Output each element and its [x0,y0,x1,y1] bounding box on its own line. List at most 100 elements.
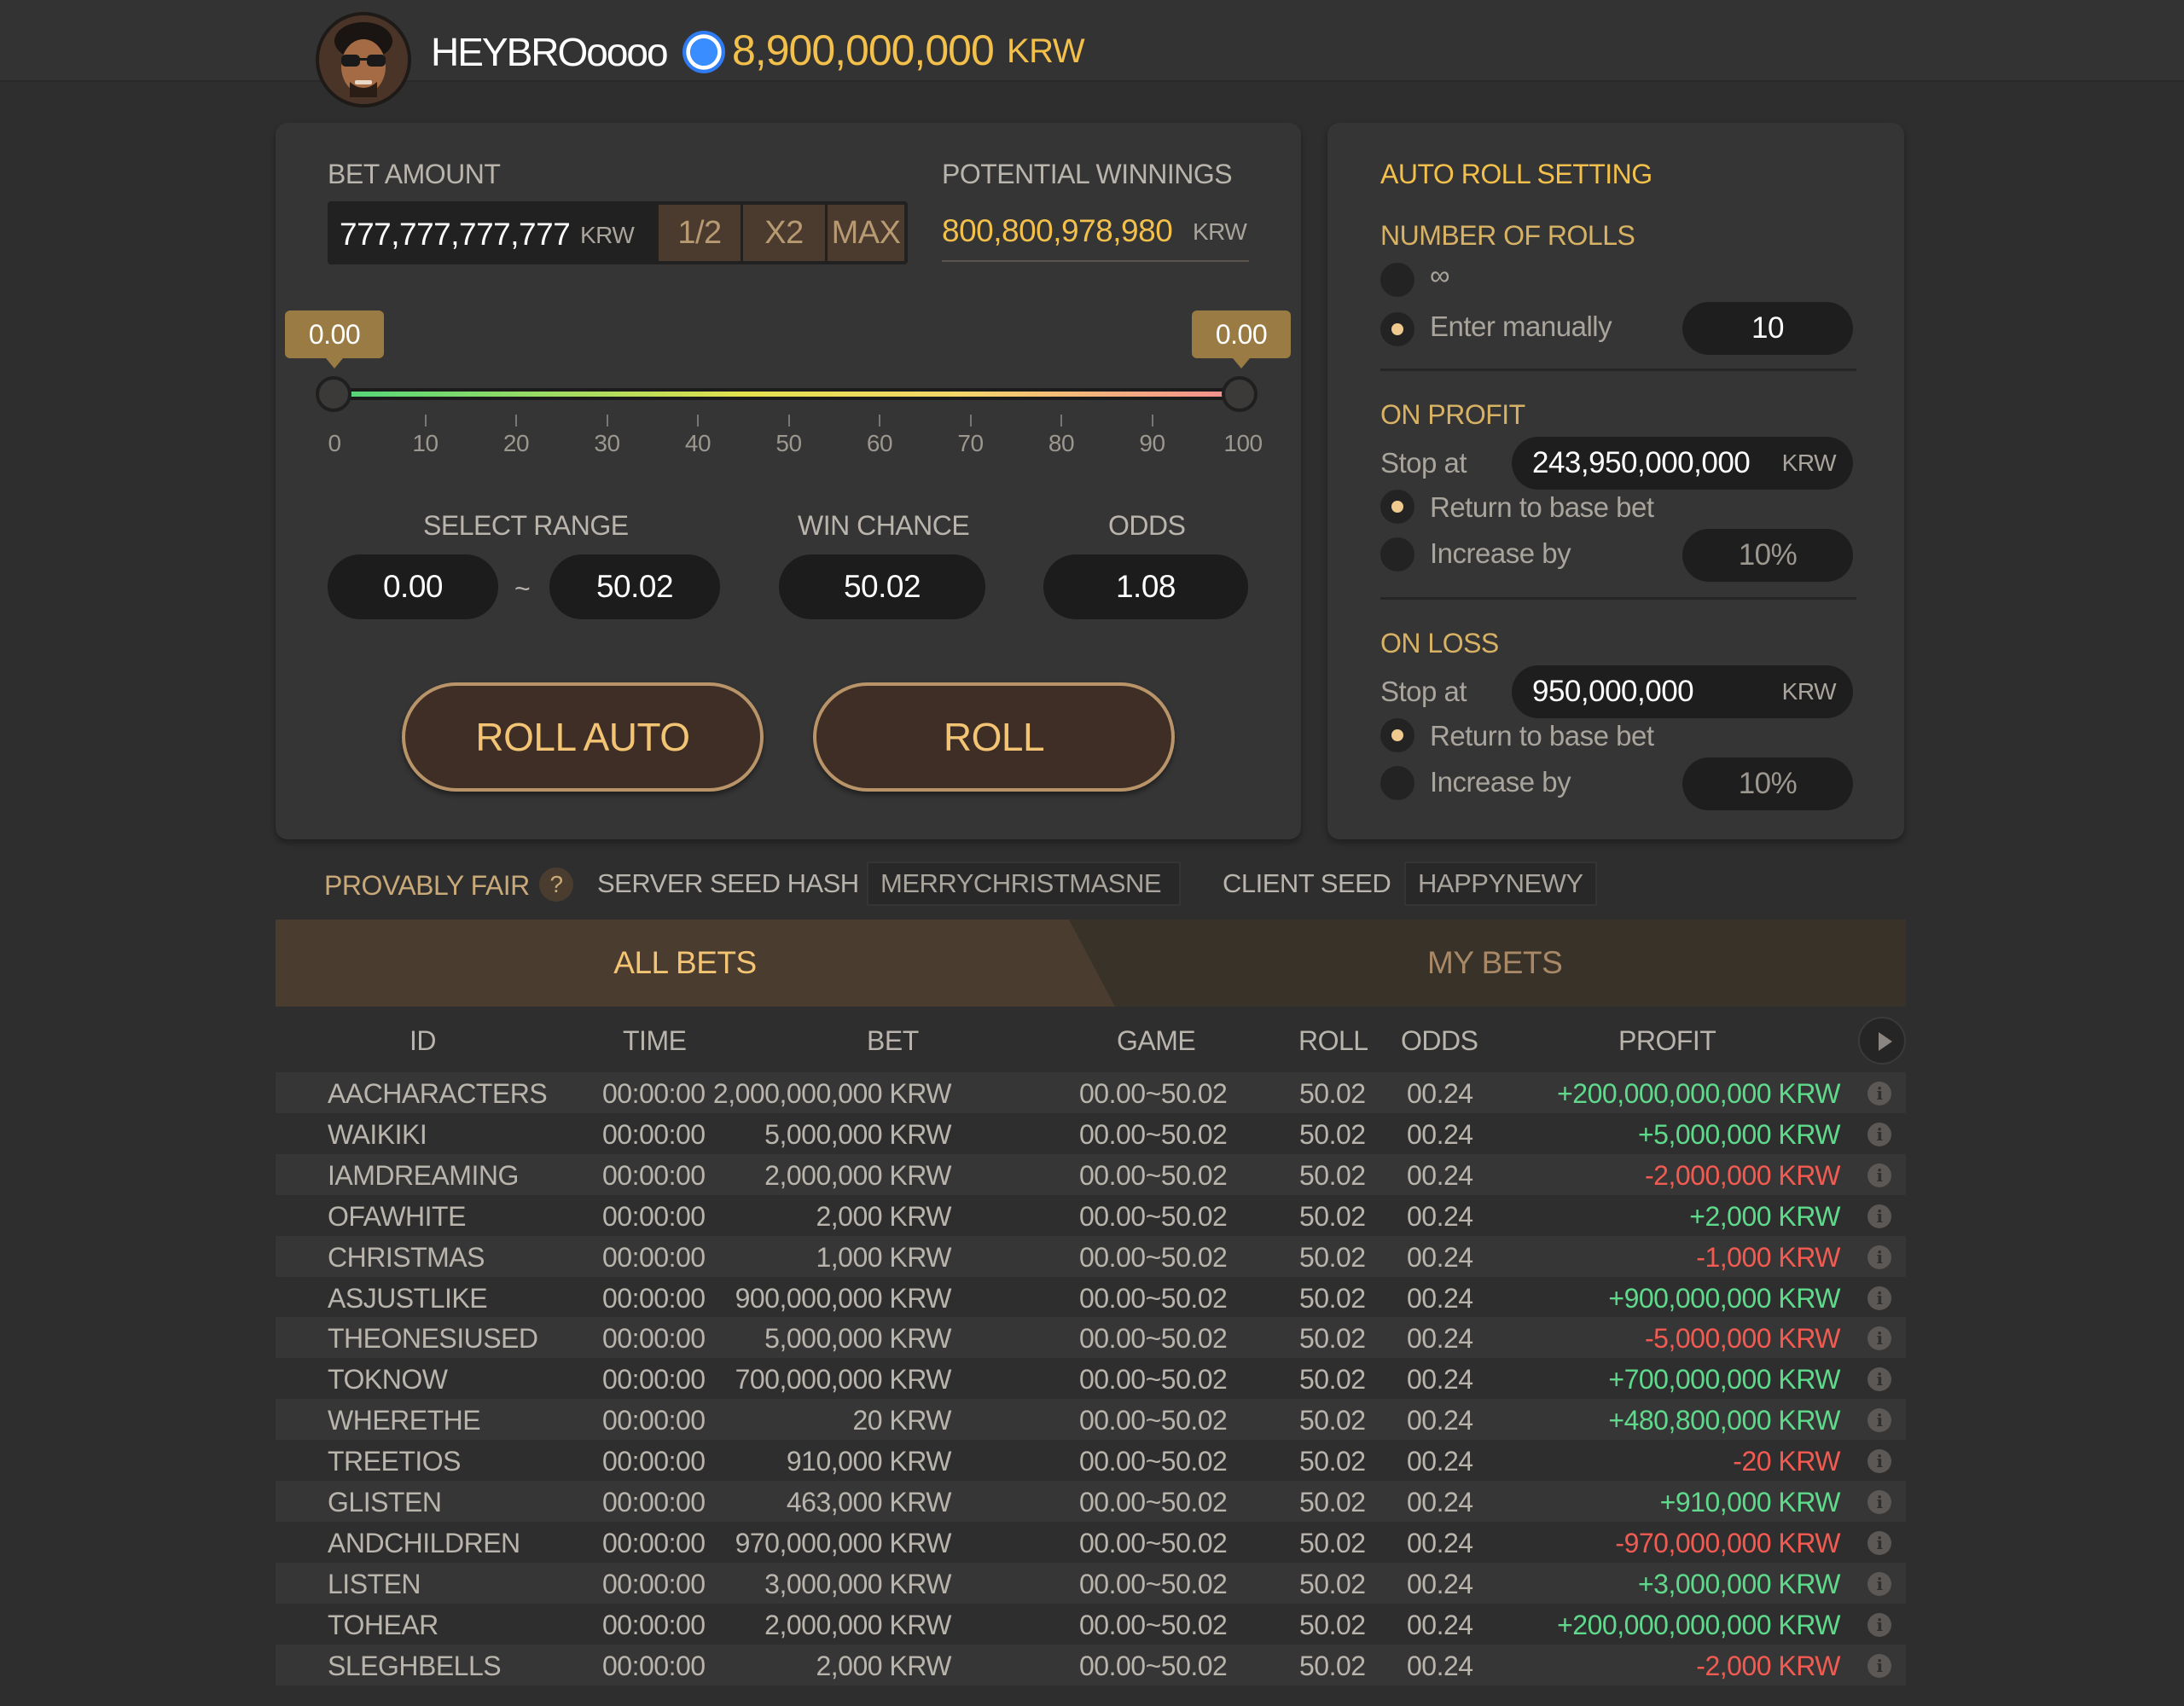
infinite-rolls-label: ∞ [1430,259,1450,291]
table-row[interactable]: WAIKIKI 00:00:00 5,000,000 KRW 00.00~50.02 5… [276,1113,1906,1154]
info-icon[interactable]: i [1867,1285,1891,1310]
info-icon[interactable]: i [1867,1082,1891,1105]
row-time: 00:00:00 [602,1118,706,1150]
slider-tick [1060,415,1062,426]
loss-stop-value[interactable]: 950,000,000 [1532,665,1694,718]
row-time: 00:00:00 [602,1609,706,1640]
info-icon[interactable]: i [1867,1571,1891,1596]
tab-my-bets[interactable]: MY BETS [1427,945,1563,981]
info-icon[interactable]: i [1867,1490,1891,1514]
info-icon[interactable]: i [1867,1612,1891,1637]
potential-winnings-currency: KRW [1193,218,1247,245]
table-row[interactable]: WHERETHE 00:00:00 20 KRW 00.00~50.02 50.02 00… [276,1399,1906,1441]
scroll-right-button[interactable] [1858,1017,1906,1065]
table-row[interactable]: SLEGHBELLS 00:00:00 2,000 KRW 00.00~50.02 50… [276,1644,1906,1686]
on-profit-title: ON PROFIT [1380,399,1525,430]
auto-roll-title: AUTO ROLL SETTING [1380,159,1653,189]
bet-amount-field[interactable]: 777,777,777,777 KRW 1/2 X2 MAX [328,201,908,264]
server-seed-label: SERVER SEED HASH [597,868,859,898]
profit-return-radio[interactable] [1380,490,1414,524]
info-icon[interactable]: i [1867,1122,1891,1146]
table-row[interactable]: THEONESIUSED 00:00:00 5,000,000 KRW 00.00~5… [276,1317,1906,1359]
range-slider-track[interactable] [333,388,1240,400]
roll-button[interactable]: ROLL [813,682,1175,792]
profit-increase-radio[interactable] [1380,537,1414,572]
loss-return-label: Return to base bet [1430,720,1654,751]
manual-rolls-input[interactable]: 10 [1682,302,1853,355]
help-icon[interactable]: ? [539,868,573,902]
info-icon[interactable]: i [1867,1530,1891,1555]
half-bet-button[interactable]: 1/2 [659,205,741,261]
row-profit: -1,000 KRW [1696,1241,1840,1273]
manual-rolls-radio[interactable] [1380,312,1414,346]
table-row[interactable]: OFAWHITE 00:00:00 2,000 KRW 00.00~50.02 50.0… [276,1195,1906,1236]
table-row[interactable]: TREETIOS 00:00:00 910,000 KRW 00.00~50.02 50… [276,1440,1906,1481]
table-row[interactable]: TOHEAR 00:00:00 2,000,000 KRW 00.00~50.02 50… [276,1604,1906,1645]
profit-increase-input[interactable]: 10% [1682,529,1853,582]
loss-stop-currency: KRW [1781,678,1837,705]
row-bet: 2,000,000 KRW [764,1609,951,1640]
row-time: 00:00:00 [602,1241,706,1273]
slider-tick-label: 60 [866,430,893,456]
row-game: 00.00~50.02 [1079,1527,1228,1558]
range-to-input[interactable]: 50.02 [549,554,720,619]
table-row[interactable]: CHRISTMAS 00:00:00 1,000 KRW 00.00~50.02 50.… [276,1235,1906,1277]
table-row[interactable]: LISTEN 00:00:00 3,000,000 KRW 00.00~50.02 50… [276,1562,1906,1604]
row-bet: 2,000,000,000 KRW [712,1078,952,1109]
info-icon[interactable]: i [1867,1204,1891,1228]
profit-stop-input[interactable]: 243,950,000,000 KRW [1512,437,1853,490]
info-icon[interactable]: i [1867,1245,1891,1269]
row-odds: 00.24 [1407,1118,1473,1150]
row-game: 00.00~50.02 [1079,1446,1228,1477]
row-bet: 5,000,000 KRW [764,1118,951,1150]
row-time: 00:00:00 [602,1159,706,1191]
info-icon[interactable]: i [1867,1653,1891,1678]
info-icon[interactable]: i [1867,1326,1891,1351]
tab-all-bets-label[interactable]: ALL BETS [276,945,1095,981]
table-row[interactable]: ANDCHILDREN 00:00:00 970,000,000 KRW 00.00~… [276,1522,1906,1563]
table-row[interactable]: TOKNOW 00:00:00 700,000,000 KRW 00.00~50.02… [276,1358,1906,1399]
table-row[interactable]: IAMDREAMING 00:00:00 2,000,000 KRW 00.00~50… [276,1153,1906,1195]
row-profit: -970,000,000 KRW [1615,1527,1840,1558]
slider-tick [606,415,608,426]
row-profit: +200,000,000,000 KRW [1557,1078,1840,1109]
loss-increase-radio[interactable] [1380,766,1414,800]
row-time: 00:00:00 [602,1568,706,1599]
slider-tick-label: 40 [684,430,712,456]
row-odds: 00.24 [1407,1159,1473,1191]
info-icon[interactable]: i [1867,1163,1891,1187]
info-icon[interactable]: i [1867,1367,1891,1392]
info-icon[interactable]: i [1867,1449,1891,1474]
info-icon[interactable]: i [1867,1408,1891,1433]
bet-amount-value[interactable]: 777,777,777,777 [340,217,571,252]
table-row[interactable]: GLISTEN 00:00:00 463,000 KRW 00.00~50.02 50.… [276,1481,1906,1522]
column-header-odds: ODDS [1401,1025,1478,1056]
slider-tick [787,415,790,426]
row-roll: 50.02 [1299,1159,1366,1191]
row-game: 00.00~50.02 [1079,1323,1228,1355]
select-range-label: SELECT RANGE [423,510,629,541]
slider-tick-label: 20 [502,430,530,456]
loss-stop-label: Stop at [1380,676,1467,707]
range-from-input[interactable]: 0.00 [328,554,498,619]
server-seed-field[interactable]: MERRYCHRISTMASNE [867,862,1181,906]
table-row[interactable]: ASJUSTLIKE 00:00:00 900,000,000 KRW 00.00~5… [276,1277,1906,1318]
loss-stop-input[interactable]: 950,000,000 KRW [1512,665,1853,718]
slider-left-handle[interactable] [316,376,351,412]
win-chance-input[interactable]: 50.02 [779,554,985,619]
infinite-rolls-radio[interactable] [1380,263,1414,297]
roll-auto-button[interactable]: ROLL AUTO [402,682,764,792]
row-profit: +5,000,000 KRW [1637,1118,1841,1150]
odds-input[interactable]: 1.08 [1043,554,1248,619]
user-avatar[interactable] [316,12,411,107]
table-row[interactable]: AACHARACTERS 00:00:00 2,000,000,000 KRW 00.… [276,1072,1906,1113]
loss-increase-input[interactable]: 10% [1682,757,1853,810]
client-seed-field[interactable]: HAPPYNEWY [1404,862,1597,906]
profit-stop-value[interactable]: 243,950,000,000 [1532,437,1751,490]
profit-increase-label: Increase by [1430,537,1571,569]
loss-return-radio[interactable] [1380,718,1414,752]
max-bet-button[interactable]: MAX [828,205,904,261]
row-game: 00.00~50.02 [1079,1364,1228,1396]
slider-right-handle[interactable] [1222,376,1258,412]
double-bet-button[interactable]: X2 [743,205,825,261]
